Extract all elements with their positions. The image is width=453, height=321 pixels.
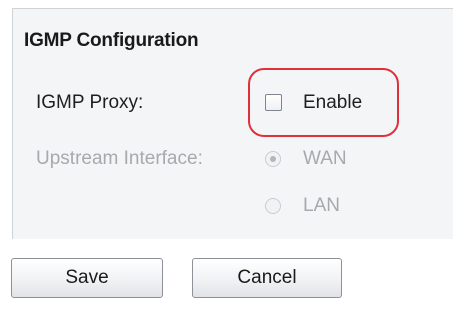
cancel-button[interactable]: Cancel xyxy=(192,258,342,298)
igmp-proxy-enable-label: Enable xyxy=(303,92,363,113)
upstream-wan-label: WAN xyxy=(303,148,347,169)
radio-selected-dot xyxy=(270,156,276,162)
upstream-lan-radio[interactable] xyxy=(265,198,281,214)
save-button[interactable]: Save xyxy=(11,258,163,298)
igmp-proxy-enable-checkbox[interactable] xyxy=(265,94,282,111)
section-title: IGMP Configuration xyxy=(24,30,199,51)
upstream-interface-label: Upstream Interface: xyxy=(36,148,203,169)
igmp-proxy-label: IGMP Proxy: xyxy=(36,92,144,113)
upstream-lan-label: LAN xyxy=(303,195,340,216)
upstream-wan-radio[interactable] xyxy=(265,151,281,167)
